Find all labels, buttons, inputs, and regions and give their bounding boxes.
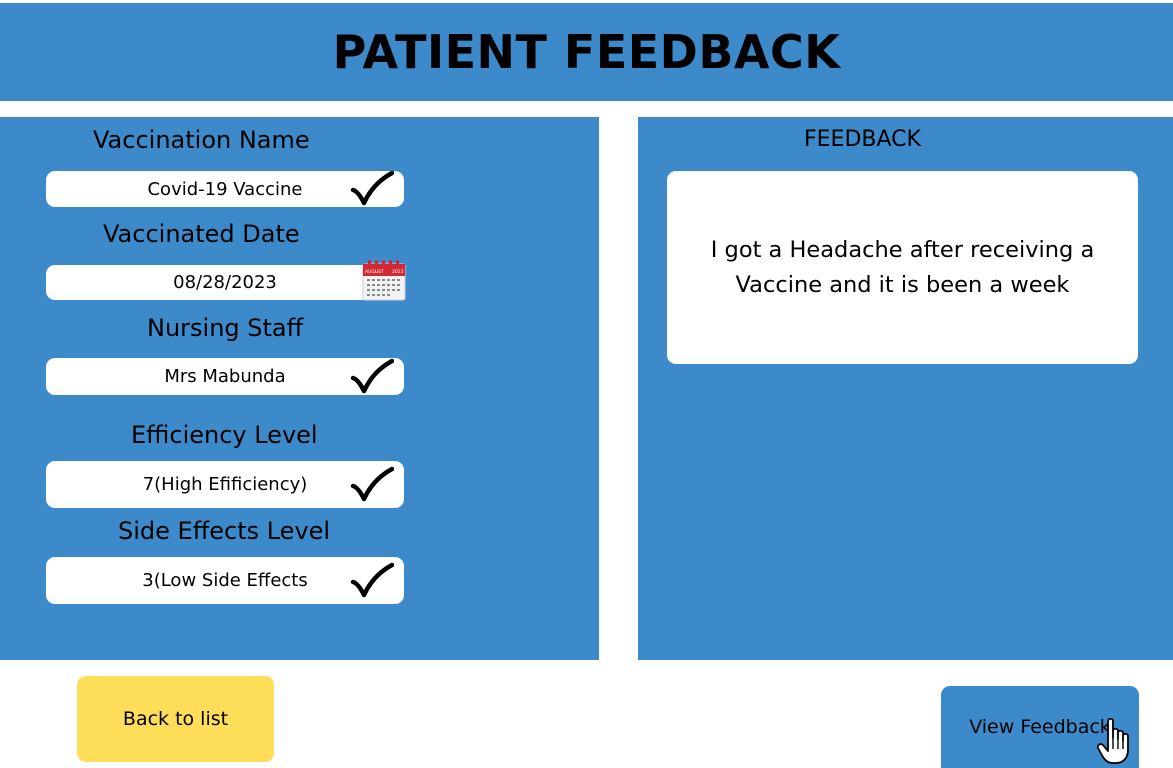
back-to-list-button[interactable]: Back to list: [77, 676, 274, 762]
check-icon: [350, 358, 394, 393]
hand-pointer-icon: [1097, 717, 1129, 764]
nursing-staff-label: Nursing Staff: [147, 314, 304, 342]
efficiency-level-field[interactable]: 7(High Efificiency): [46, 461, 404, 508]
side-effects-level-field[interactable]: 3(Low Side Effects: [46, 557, 404, 604]
nursing-staff-field[interactable]: Mrs Mabunda: [46, 358, 404, 395]
vaccinated-date-field[interactable]: 08/28/2023 AUGUST 2023: [46, 260, 406, 301]
page-title: PATIENT FEEDBACK: [332, 25, 841, 79]
vaccination-name-field[interactable]: Covid-19 Vaccine: [46, 170, 404, 207]
feedback-text-box[interactable]: I got a Headache after receiving a Vacci…: [667, 171, 1138, 364]
feedback-title: FEEDBACK: [804, 127, 921, 152]
side-effects-level-value: 3(Low Side Effects: [142, 570, 308, 591]
calendar-year: 2023: [392, 269, 404, 275]
header-bar: PATIENT FEEDBACK: [0, 3, 1173, 101]
calendar-month: AUGUST: [365, 269, 384, 275]
vaccination-name-value: Covid-19 Vaccine: [147, 178, 303, 200]
efficiency-level-value: 7(High Efificiency): [142, 474, 308, 495]
calendar-icon[interactable]: AUGUST 2023: [362, 260, 406, 301]
vaccinated-date-label: Vaccinated Date: [103, 220, 300, 248]
vaccination-name-label: Vaccination Name: [93, 126, 310, 154]
check-icon: [350, 466, 394, 501]
vaccinated-date-value: 08/28/2023: [173, 272, 277, 293]
efficiency-level-label: Efficiency Level: [131, 421, 318, 449]
check-icon: [350, 170, 394, 206]
nursing-staff-value: Mrs Mabunda: [164, 366, 286, 387]
side-effects-level-label: Side Effects Level: [118, 517, 331, 545]
feedback-text: I got a Headache after receiving a Vacci…: [710, 236, 1095, 298]
feedback-panel: FEEDBACK I got a Headache after receivin…: [638, 117, 1173, 660]
vaccination-details-panel: Vaccination Name Covid-19 Vaccine Vaccin…: [0, 117, 599, 660]
check-icon: [350, 562, 394, 597]
